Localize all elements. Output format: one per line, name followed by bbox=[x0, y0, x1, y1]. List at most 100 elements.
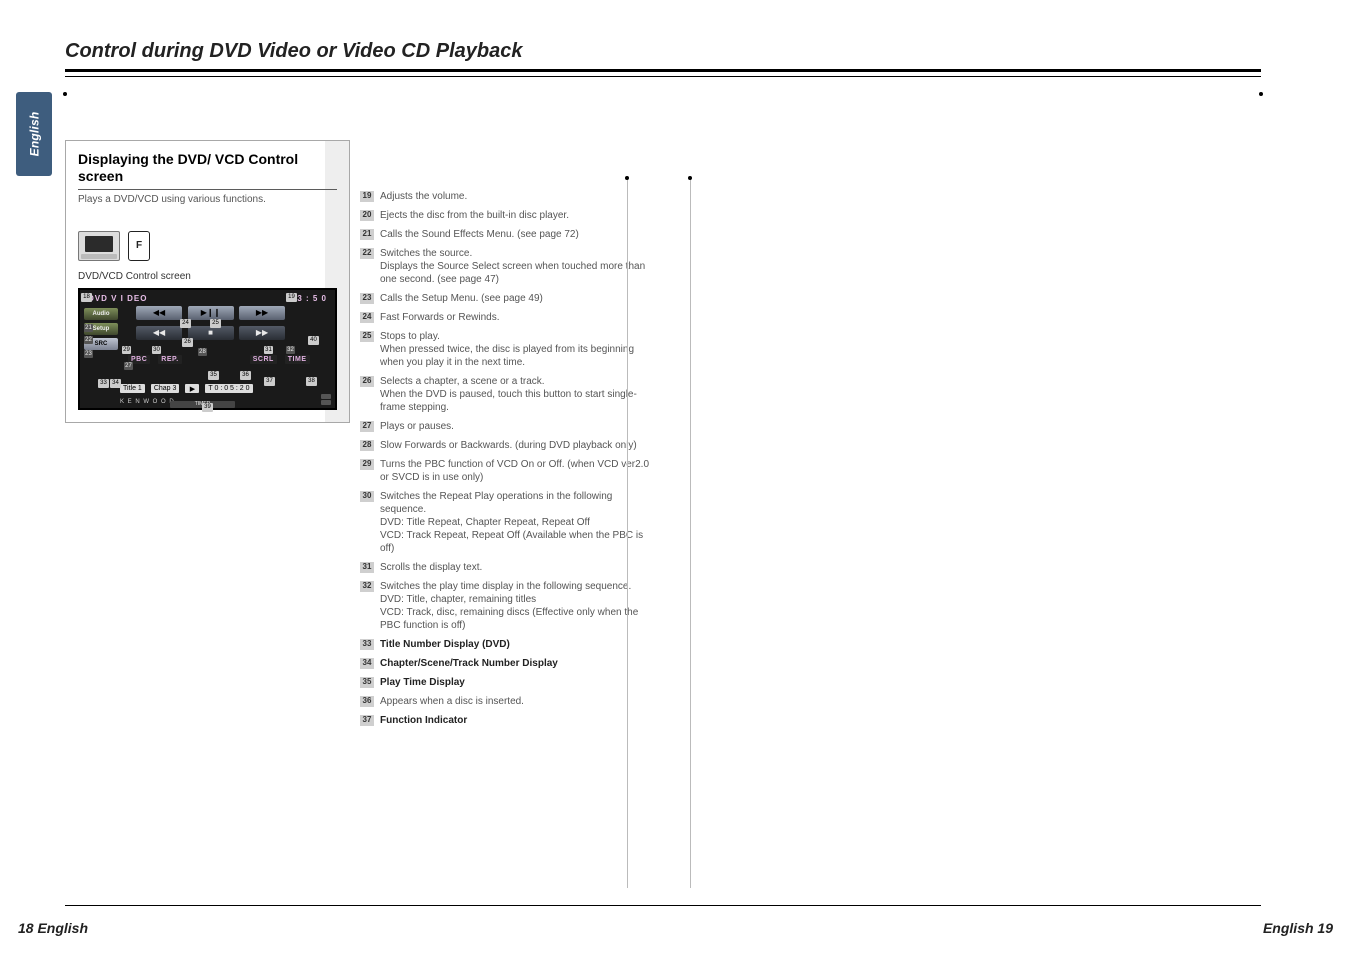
description-item: 35 Play Time Display bbox=[360, 676, 660, 689]
description-text: Plays or pauses. bbox=[380, 420, 660, 433]
time-tag[interactable]: TIME bbox=[285, 355, 310, 364]
description-number: 33 bbox=[360, 639, 374, 650]
description-text: Switches the play time display in the fo… bbox=[380, 580, 660, 632]
description-text: Fast Forwards or Rewinds. bbox=[380, 311, 660, 324]
callout-marker: 31 bbox=[264, 346, 273, 354]
description-item: 28 Slow Forwards or Backwards. (during DV… bbox=[360, 439, 660, 452]
brand-label: K E N W O O D bbox=[120, 399, 175, 405]
description-number: 35 bbox=[360, 677, 374, 688]
transport-row-1: ◀◀ ▶❙❙ ▶▶ bbox=[136, 306, 285, 320]
callout-marker: 36 bbox=[240, 371, 251, 380]
marker-dot bbox=[63, 92, 67, 96]
stop-button[interactable]: ■ bbox=[188, 326, 234, 340]
section-title: Displaying the DVD/ VCD Control screen bbox=[78, 151, 337, 185]
title-number: Title 1 bbox=[120, 384, 145, 393]
marker-dot bbox=[625, 176, 629, 180]
callout-marker: 39 bbox=[202, 403, 213, 412]
rewind-icon: ◀◀ bbox=[153, 308, 165, 317]
callout-marker: 26 bbox=[182, 338, 193, 347]
descriptions-column: 19Adjusts the volume.20Ejects the disc f… bbox=[360, 190, 660, 733]
description-list: 19Adjusts the volume.20Ejects the disc f… bbox=[360, 190, 660, 727]
header: Control during DVD Video or Video CD Pla… bbox=[65, 40, 1261, 77]
description-item: 21Calls the Sound Effects Menu. (see pag… bbox=[360, 228, 660, 241]
ffwd-icon: ▶▶ bbox=[256, 308, 268, 317]
rewind-button[interactable]: ◀◀ bbox=[136, 306, 182, 320]
description-item: 26 Selects a chapter, a scene or a track.… bbox=[360, 375, 660, 414]
setup-label: Setup bbox=[93, 326, 110, 332]
description-number: 27 bbox=[360, 421, 374, 432]
hr bbox=[78, 189, 337, 190]
description-number: 23 bbox=[360, 293, 374, 304]
play-symbol: ▶ bbox=[185, 384, 199, 393]
footer-left: 18 English bbox=[18, 920, 88, 936]
skip-fwd-icon: ▶▶ bbox=[256, 328, 268, 337]
page-title: Control during DVD Video or Video CD Pla… bbox=[65, 40, 1261, 63]
description-number: 19 bbox=[360, 191, 374, 202]
description-item: 32 Switches the play time display in the … bbox=[360, 580, 660, 632]
device-icon bbox=[78, 231, 120, 261]
language-tab: English bbox=[16, 92, 52, 176]
description-text: Selects a chapter, a scene or a track.Wh… bbox=[380, 375, 660, 414]
description-number: 32 bbox=[360, 581, 374, 592]
title-subrule bbox=[65, 76, 1261, 77]
language-label: English bbox=[27, 112, 41, 157]
callout-marker: 19 bbox=[286, 293, 297, 302]
divider bbox=[690, 178, 691, 888]
callout-marker: 18 bbox=[81, 293, 92, 302]
description-item: 27 Plays or pauses. bbox=[360, 420, 660, 433]
divider bbox=[627, 178, 628, 888]
section-box: Displaying the DVD/ VCD Control screen P… bbox=[65, 140, 350, 423]
icon-row: F bbox=[66, 223, 349, 271]
description-item: 29Turns the PBC function of VCD On or Of… bbox=[360, 458, 660, 484]
footer-rule bbox=[65, 905, 1261, 906]
skip-fwd-button[interactable]: ▶▶ bbox=[239, 326, 285, 340]
callout-marker: 30 bbox=[152, 346, 161, 354]
description-number: 31 bbox=[360, 562, 374, 573]
device-screen bbox=[85, 236, 113, 252]
rep-tag[interactable]: REP. bbox=[158, 355, 181, 364]
chapter-number: Chap 3 bbox=[151, 384, 180, 393]
callout-marker: 22 bbox=[84, 336, 93, 344]
description-item: 25 Stops to play.When pressed twice, the … bbox=[360, 330, 660, 369]
marker-dot bbox=[688, 176, 692, 180]
callout-marker: 21 bbox=[84, 324, 93, 332]
description-text: Stops to play.When pressed twice, the di… bbox=[380, 330, 660, 369]
title-rule bbox=[65, 69, 1261, 72]
callout-marker: 27 bbox=[124, 362, 133, 370]
right-indicators bbox=[321, 394, 331, 405]
callout-marker: 35 bbox=[208, 371, 219, 380]
description-number: 20 bbox=[360, 210, 374, 221]
section-header: Displaying the DVD/ VCD Control screen P… bbox=[66, 141, 349, 223]
play-time: T 0 : 0 5 : 2 0 bbox=[205, 384, 252, 393]
dvd-title-label: DVD V I DEO bbox=[88, 294, 147, 303]
skip-back-button[interactable]: ◀◀ bbox=[136, 326, 182, 340]
audio-button[interactable]: Audio bbox=[84, 308, 118, 320]
play-pause-icon: ▶❙❙ bbox=[201, 308, 221, 317]
screen-label: DVD/VCD Control screen bbox=[66, 271, 349, 288]
description-number: 21 bbox=[360, 229, 374, 240]
src-label: SRC bbox=[95, 341, 108, 347]
transport-row-2: ◀◀ ■ ▶▶ bbox=[136, 326, 285, 340]
description-text: Appears when a disc is inserted. bbox=[380, 695, 660, 708]
description-number: 29 bbox=[360, 459, 374, 470]
description-text: Ejects the disc from the built-in disc p… bbox=[380, 209, 660, 222]
scrl-tag[interactable]: SCRL bbox=[250, 355, 277, 364]
footer-right: English 19 bbox=[1263, 920, 1333, 936]
callout-marker: 32 bbox=[286, 346, 295, 354]
description-text: Play Time Display bbox=[380, 676, 660, 689]
description-text: Function Indicator bbox=[380, 714, 660, 727]
play-pause-button[interactable]: ▶❙❙ bbox=[188, 306, 234, 320]
device-base bbox=[81, 254, 117, 259]
description-number: 28 bbox=[360, 440, 374, 451]
description-text: Slow Forwards or Backwards. (during DVD … bbox=[380, 439, 660, 452]
description-item: 31Scrolls the display text. bbox=[360, 561, 660, 574]
callout-marker: 24 bbox=[180, 319, 191, 328]
description-number: 26 bbox=[360, 376, 374, 387]
left-column: Displaying the DVD/ VCD Control screen P… bbox=[65, 140, 350, 423]
description-text: Switches the Repeat Play operations in t… bbox=[380, 490, 660, 555]
description-number: 25 bbox=[360, 331, 374, 342]
callout-marker: 33 bbox=[98, 379, 109, 388]
ffwd-button[interactable]: ▶▶ bbox=[239, 306, 285, 320]
description-number: 34 bbox=[360, 658, 374, 669]
f-button-icon: F bbox=[128, 231, 150, 261]
